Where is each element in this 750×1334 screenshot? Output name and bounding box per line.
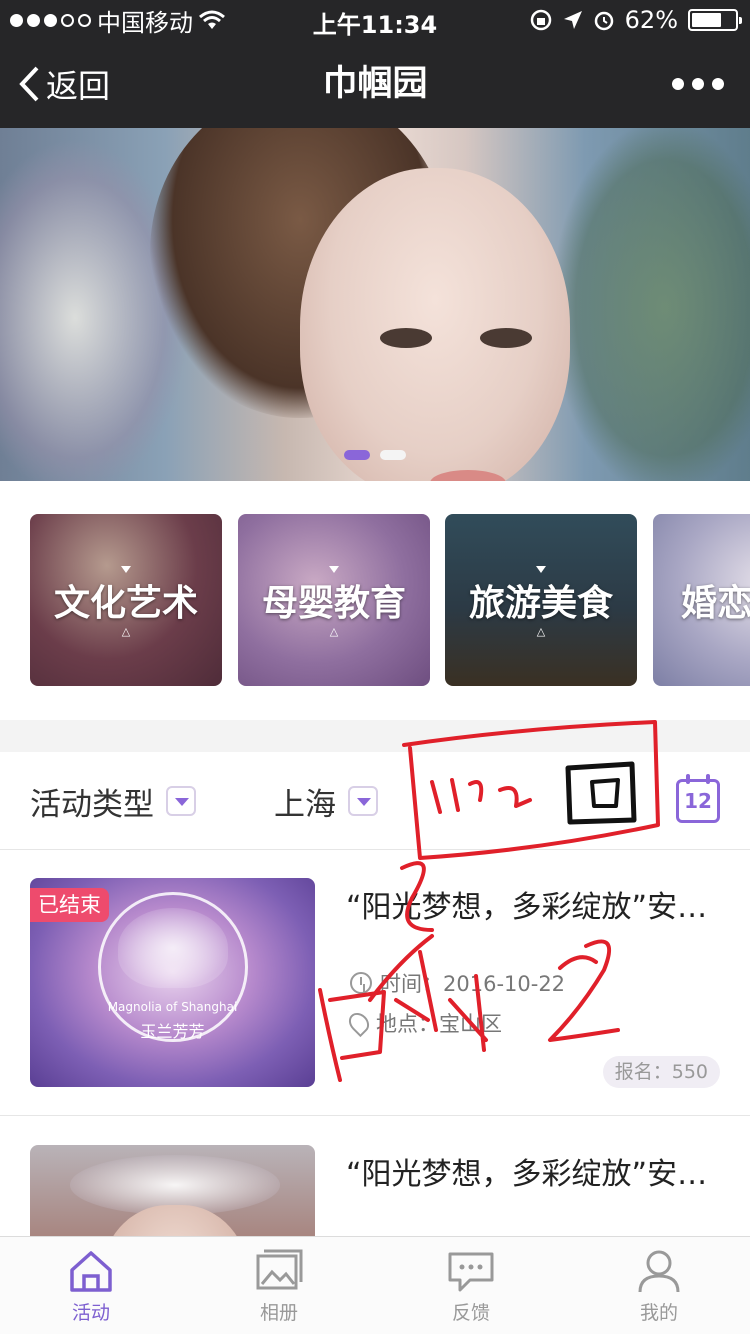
- activity-place-text: 地点：宝山区: [376, 1012, 502, 1036]
- more-dot-icon: [692, 78, 704, 90]
- category-maternal-education[interactable]: 母婴教育 △: [238, 514, 430, 686]
- photo-album-icon: [256, 1249, 303, 1289]
- nav-bar: 返回 巾帼园: [0, 40, 750, 128]
- category-label: 婚恋: [681, 583, 750, 624]
- category-label: 母婴教育: [261, 583, 406, 624]
- user-icon: [638, 1250, 680, 1292]
- carousel-dot-active[interactable]: [344, 450, 370, 460]
- calendar-day: 12: [684, 789, 712, 813]
- tab-label: 我的: [639, 1301, 678, 1324]
- activity-card[interactable]: Magnolia of Shanghai 玉兰芳芳 已结束 “阳光梦想，多彩绽放…: [0, 850, 750, 1116]
- logo-tree: [118, 908, 228, 988]
- triangle-outline-icon: △: [121, 625, 131, 638]
- tab-bar: 活动 相册 反馈 我的: [0, 1236, 750, 1334]
- city-filter[interactable]: 上海: [274, 752, 378, 850]
- triangle-outline-icon: △: [329, 625, 339, 638]
- banner-eye: [380, 328, 432, 348]
- category-label: 文化艺术: [53, 583, 198, 624]
- status-bar: 中国移动 上午11:34 62%: [0, 0, 750, 40]
- activity-title: “阳光梦想，多彩绽放”安…: [346, 1157, 708, 1192]
- tab-label: 活动: [71, 1301, 110, 1324]
- filter-bar: 活动类型 上海 12: [0, 752, 750, 850]
- caret-down-icon: [536, 566, 546, 573]
- calendar-button[interactable]: 12: [676, 774, 720, 823]
- category-culture-art[interactable]: 文化艺术 △: [30, 514, 222, 686]
- activity-time: 时间：2016-10-22: [350, 968, 565, 998]
- category-strip: 文化艺术 △ 母婴教育 △ 旅游美食 △ 婚恋: [30, 514, 750, 686]
- banner-leaves-right: [550, 128, 750, 481]
- status-right: 62%: [529, 5, 742, 35]
- banner-carousel[interactable]: [0, 128, 750, 481]
- tab-activities[interactable]: 活动: [16, 1237, 166, 1334]
- clock-icon: [350, 972, 372, 994]
- activity-type-filter[interactable]: 活动类型: [30, 752, 196, 850]
- banner-eye: [480, 328, 532, 348]
- activity-type-label: 活动类型: [30, 786, 154, 823]
- battery-icon: [688, 9, 742, 31]
- signup-count: 报名：550: [602, 1056, 720, 1088]
- alarm-icon: [594, 11, 613, 31]
- status-badge: 已结束: [30, 888, 109, 922]
- category-label: 旅游美食: [468, 583, 613, 624]
- more-dot-icon: [712, 78, 724, 90]
- section-divider: [0, 720, 750, 752]
- rotation-lock-icon: [530, 9, 551, 31]
- tab-label: 反馈: [451, 1301, 490, 1324]
- chat-bubble-icon: [448, 1252, 494, 1291]
- more-dot-icon: [672, 78, 684, 90]
- triangle-outline-icon: △: [536, 625, 546, 638]
- activity-place: 地点：宝山区: [344, 1008, 502, 1038]
- thumbnail-caption: Magnolia of Shanghai: [107, 1000, 238, 1014]
- category-travel-food[interactable]: 旅游美食 △: [445, 514, 637, 686]
- caret-down-icon: [329, 566, 339, 573]
- activity-time-text: 时间：2016-10-22: [380, 972, 566, 996]
- carousel-indicator: [0, 450, 750, 460]
- location-arrow-icon: [563, 11, 582, 29]
- page-title: 巾帼园: [322, 64, 428, 104]
- category-marriage[interactable]: 婚恋: [653, 514, 750, 686]
- tab-feedback[interactable]: 反馈: [396, 1237, 546, 1334]
- banner-face: [300, 168, 570, 481]
- caret-down-icon: [121, 566, 131, 573]
- tab-album[interactable]: 相册: [204, 1237, 354, 1334]
- battery-percent: 62%: [624, 6, 678, 34]
- dropdown-caret-icon: [166, 786, 196, 816]
- tab-profile[interactable]: 我的: [584, 1237, 734, 1334]
- activity-title: “阳光梦想，多彩绽放”安…: [346, 890, 708, 925]
- tab-label: 相册: [259, 1301, 298, 1324]
- page: 中国移动 上午11:34 62% 返回 巾帼园 文化艺术 △ 母婴教育 △ 旅游…: [0, 0, 750, 1334]
- location-pin-icon: [344, 1008, 374, 1038]
- city-label: 上海: [274, 786, 336, 823]
- carousel-dot[interactable]: [380, 450, 406, 460]
- more-menu-button[interactable]: [672, 40, 724, 128]
- dropdown-caret-icon: [348, 786, 378, 816]
- home-icon: [70, 1250, 112, 1292]
- thumbnail-caption-cn: 玉兰芳芳: [140, 1022, 205, 1041]
